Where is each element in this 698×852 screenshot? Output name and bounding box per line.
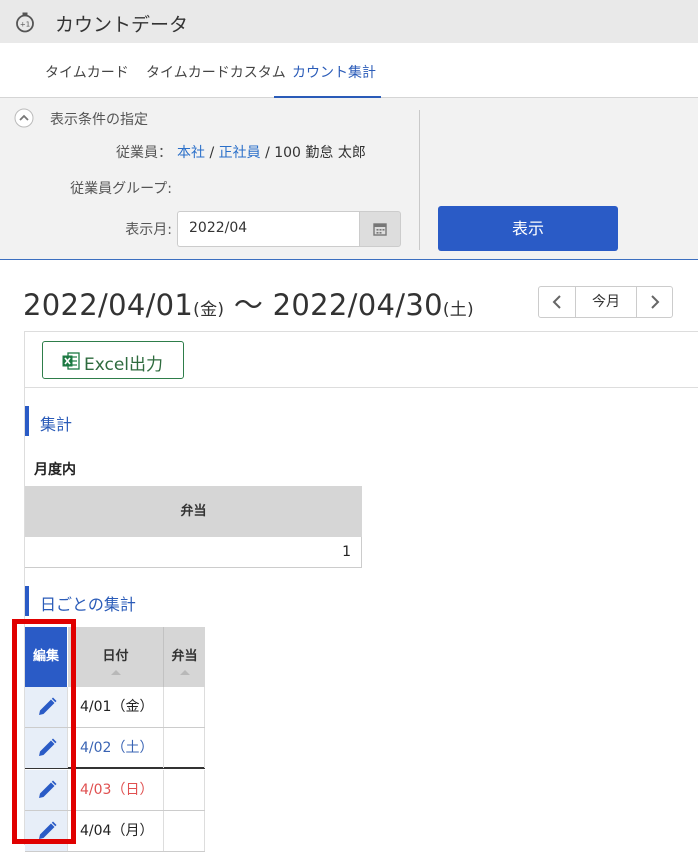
column-header-bento-label: 弁当: [171, 649, 198, 664]
calendar-button[interactable]: [359, 211, 401, 247]
show-button[interactable]: 表示: [438, 206, 618, 251]
panel-divider: [25, 387, 698, 388]
calendar-icon: [373, 223, 387, 236]
sort-icon: [179, 670, 190, 675]
summary-table: 弁当 1: [25, 486, 362, 568]
summary-section-header: 集計: [25, 406, 225, 436]
prev-month-button[interactable]: [539, 287, 576, 317]
period-end-day: (土): [442, 300, 474, 320]
date-cell: 4/04（月）: [67, 811, 163, 851]
employee-type-link[interactable]: 正社員: [219, 145, 261, 161]
monthly-label: 月度内: [34, 462, 76, 478]
period-tilde: 〜: [224, 288, 273, 322]
tab-bar: タイムカード タイムカードカスタム カウント集計: [0, 43, 698, 99]
daily-section-header: 日ごとの集計: [25, 586, 225, 616]
svg-text:+1: +1: [20, 21, 30, 29]
bento-cell: [163, 728, 205, 768]
chevron-left-icon: [552, 295, 561, 309]
filter-divider: [419, 110, 420, 250]
summary-header-bento: 弁当: [25, 486, 362, 537]
tab-timecard-custom[interactable]: タイムカードカスタム: [146, 62, 286, 82]
employee-group-label: 従業員グループ:: [70, 181, 172, 197]
filter-panel: 表示条件の指定 従業員： 本社 / 正社員 / 100 勤怠 太郎 従業員グルー…: [0, 98, 698, 260]
employee-label: 従業員：: [116, 145, 172, 161]
bento-cell: [163, 687, 205, 727]
period-end: 2022/04/30: [272, 288, 443, 322]
date-cell: 4/01（金）: [67, 687, 163, 727]
title-bar: +1 カウントデータ: [0, 0, 698, 43]
employee-company-link[interactable]: 本社: [177, 145, 205, 161]
date-cell: 4/03（日）: [67, 770, 163, 810]
date-cell: 4/02（土）: [67, 728, 163, 768]
summary-title: 集計: [40, 415, 73, 434]
tab-count-summary[interactable]: カウント集計: [292, 62, 376, 82]
current-month-button[interactable]: 今月: [576, 287, 636, 317]
excel-export-label: Excel出力: [84, 355, 164, 375]
result-panel: Excel出力 集計 月度内 弁当 1 日ごとの集計 編集 日付 弁当 4/01…: [24, 331, 698, 852]
excel-icon: [62, 352, 80, 370]
employee-separator: /: [205, 145, 219, 161]
column-header-date-label: 日付: [102, 649, 129, 664]
display-month-input[interactable]: 2022/04: [177, 211, 359, 247]
summary-value-bento: 1: [25, 537, 362, 568]
sort-icon: [110, 670, 121, 675]
column-header-date[interactable]: 日付: [67, 627, 163, 687]
period-range: 2022/04/01(金) 〜 2022/04/30(土): [23, 282, 474, 324]
daily-title: 日ごとの集計: [40, 595, 136, 614]
month-pager: 今月: [538, 286, 673, 318]
excel-export-button[interactable]: Excel出力: [42, 341, 184, 379]
next-month-button[interactable]: [636, 287, 673, 317]
employee-value: 本社 / 正社員 / 100 勤怠 太郎: [177, 142, 366, 162]
page-title: カウントデータ: [55, 14, 189, 36]
bento-cell: [163, 811, 205, 851]
period-start-day: (金): [193, 300, 225, 320]
stopwatch-icon: +1: [16, 12, 34, 33]
period-start: 2022/04/01: [23, 288, 194, 322]
column-header-bento[interactable]: 弁当: [163, 627, 205, 687]
bento-cell: [163, 770, 205, 810]
tab-timecard[interactable]: タイムカード: [45, 62, 129, 82]
chevron-right-icon: [651, 295, 660, 309]
display-month-label: 表示月:: [125, 222, 172, 238]
chevron-up-icon[interactable]: [14, 108, 34, 128]
highlight-box: [12, 619, 76, 844]
filter-title: 表示条件の指定: [50, 112, 148, 128]
employee-name: / 100 勤怠 太郎: [260, 145, 366, 161]
